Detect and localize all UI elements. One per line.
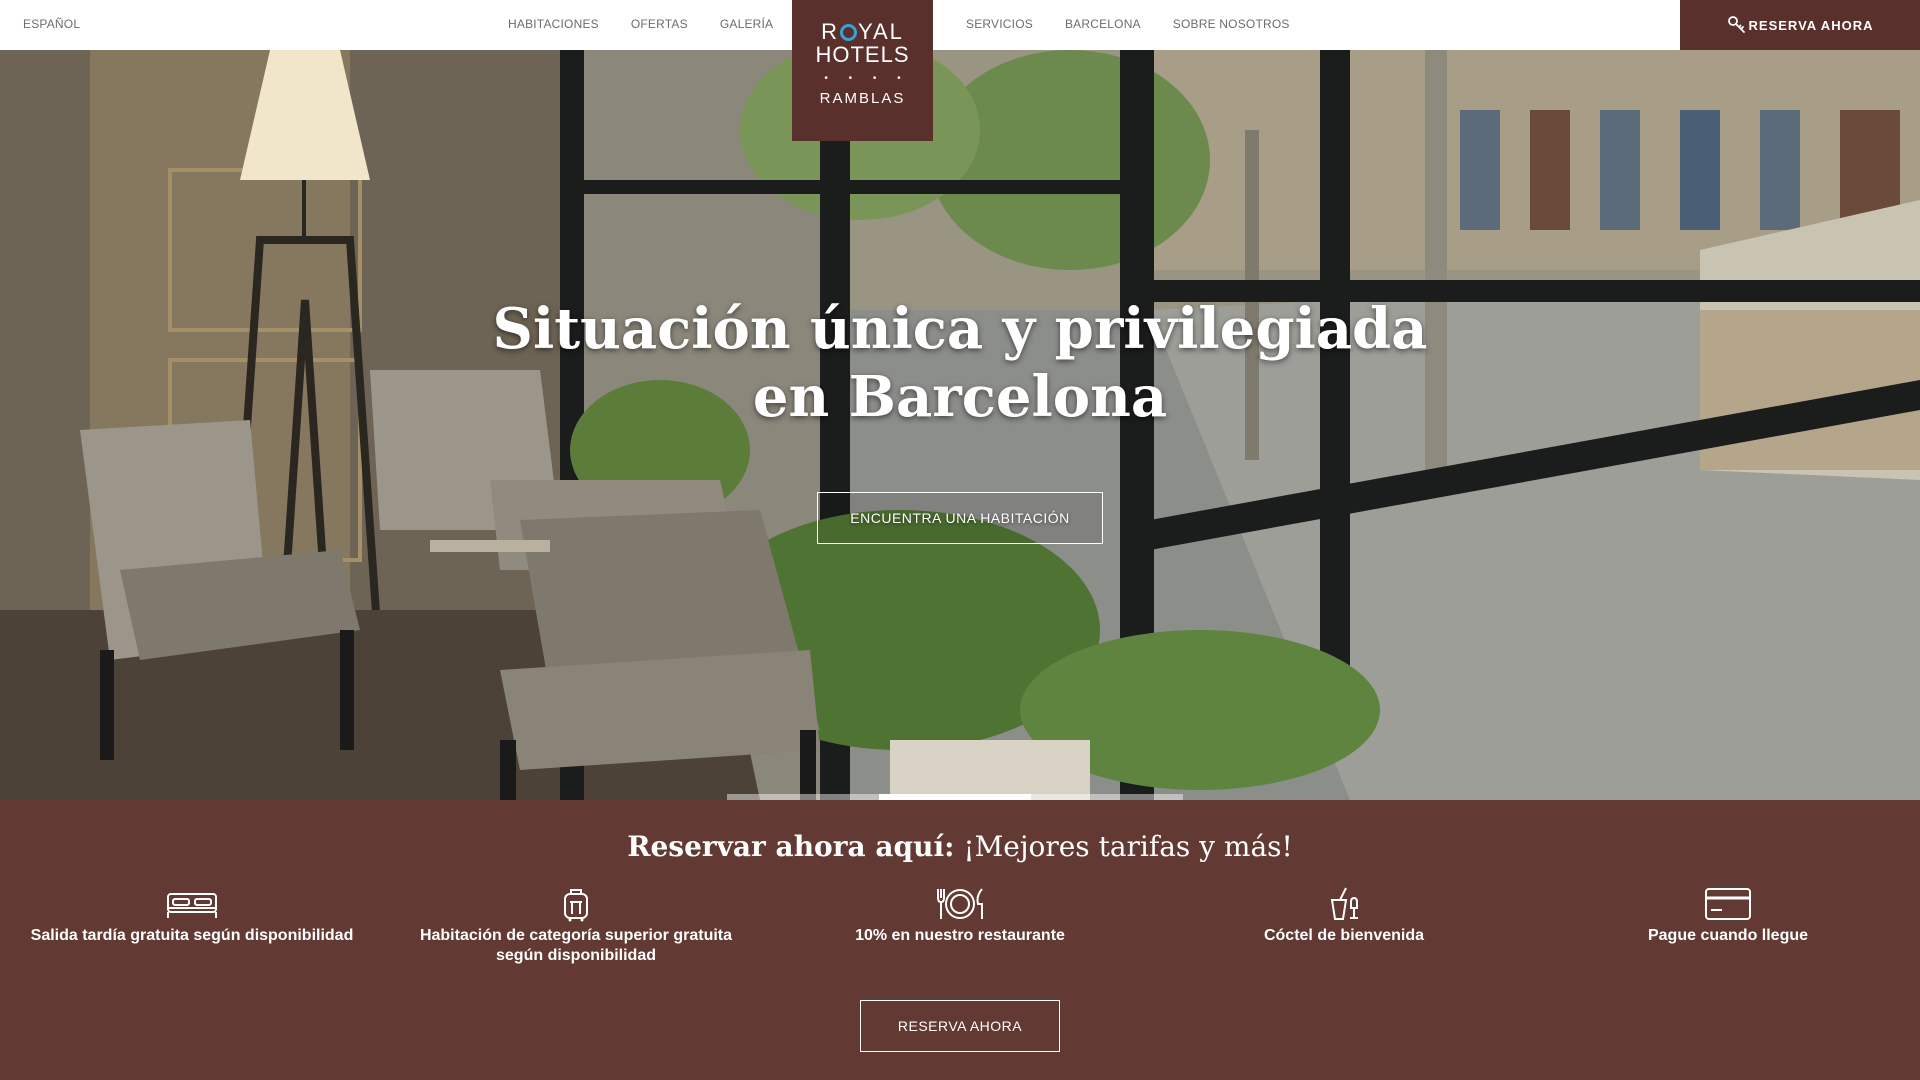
credit-card-icon — [1705, 888, 1751, 920]
logo-royal-r: R — [821, 19, 839, 44]
find-room-button[interactable]: ENCUENTRA UNA HABITACIÓN — [817, 492, 1103, 544]
nav-item-barcelona[interactable]: BARCELONA — [1065, 17, 1141, 33]
logo-stars: • • • • — [824, 73, 910, 84]
booking-benefits-section: Reservar ahora aquí: ¡Mejores tarifas y … — [0, 800, 1920, 1080]
logo-ramblas: RAMBLAS — [819, 90, 906, 107]
hero-title: Situación única y privilegiada en Barcel… — [492, 296, 1428, 430]
booking-title-rest: ¡Mejores tarifas y más! — [954, 830, 1293, 863]
logo-o-ring — [839, 23, 857, 41]
benefit-late-checkout: Salida tardía gratuita según disponibili… — [27, 886, 357, 946]
benefit-label: Habitación de categoría superior gratuit… — [419, 927, 733, 964]
main-nav-right: SERVICIOS BARCELONA SOBRE NOSOTROS — [966, 17, 1290, 33]
benefit-pay-on-arrival: Pague cuando llegue — [1563, 886, 1893, 946]
main-nav-left: HABITACIONES OFERTAS GALERÍA — [508, 17, 773, 33]
hero-banner: Situación única y privilegiada en Barcel… — [0, 50, 1920, 800]
logo-royal-rest: YAL — [857, 19, 904, 44]
nav-item-servicios[interactable]: SERVICIOS — [966, 17, 1033, 33]
nav-item-habitaciones[interactable]: HABITACIONES — [508, 17, 599, 33]
key-icon — [1727, 16, 1745, 33]
benefit-restaurant-discount: 10% en nuestro restaurante — [795, 886, 1125, 946]
site-header: ESPAÑOL HABITACIONES OFERTAS GALERÍA SER… — [0, 0, 1920, 50]
benefit-label: Pague cuando llegue — [1647, 927, 1809, 944]
language-selector[interactable]: ESPAÑOL — [23, 17, 80, 31]
cocktail-icon — [1330, 887, 1358, 920]
nav-item-sobre-nosotros[interactable]: SOBRE NOSOTROS — [1173, 17, 1290, 33]
nav-item-ofertas[interactable]: OFERTAS — [631, 17, 688, 33]
book-now-button[interactable]: RESERVA AHORA — [860, 1000, 1060, 1052]
logo-hotels: HOTELS — [815, 42, 910, 67]
logo-royal: R YAL — [821, 21, 904, 43]
booking-title-bold: Reservar ahora aquí: — [627, 830, 955, 863]
luggage-icon — [564, 889, 588, 922]
book-now-header-label: RESERVA AHORA — [1748, 17, 1874, 33]
benefit-label: Cóctel de bienvenida — [1263, 927, 1425, 944]
booking-title: Reservar ahora aquí: ¡Mejores tarifas y … — [0, 830, 1920, 863]
cutlery-icon — [937, 888, 983, 919]
book-now-header-button[interactable]: RESERVA AHORA — [1680, 0, 1920, 50]
nav-item-galeria[interactable]: GALERÍA — [720, 17, 773, 33]
benefit-welcome-cocktail: Cóctel de bienvenida — [1179, 886, 1509, 946]
benefit-label: 10% en nuestro restaurante — [855, 927, 1065, 944]
benefit-room-upgrade: Habitación de categoría superior gratuit… — [411, 886, 741, 966]
benefit-label: Salida tardía gratuita según disponibili… — [30, 927, 354, 944]
benefits-list: Salida tardía gratuita según disponibili… — [0, 886, 1920, 976]
hotel-logo[interactable]: R YAL HOTELS • • • • RAMBLAS — [792, 0, 933, 141]
bed-icon — [167, 893, 217, 918]
